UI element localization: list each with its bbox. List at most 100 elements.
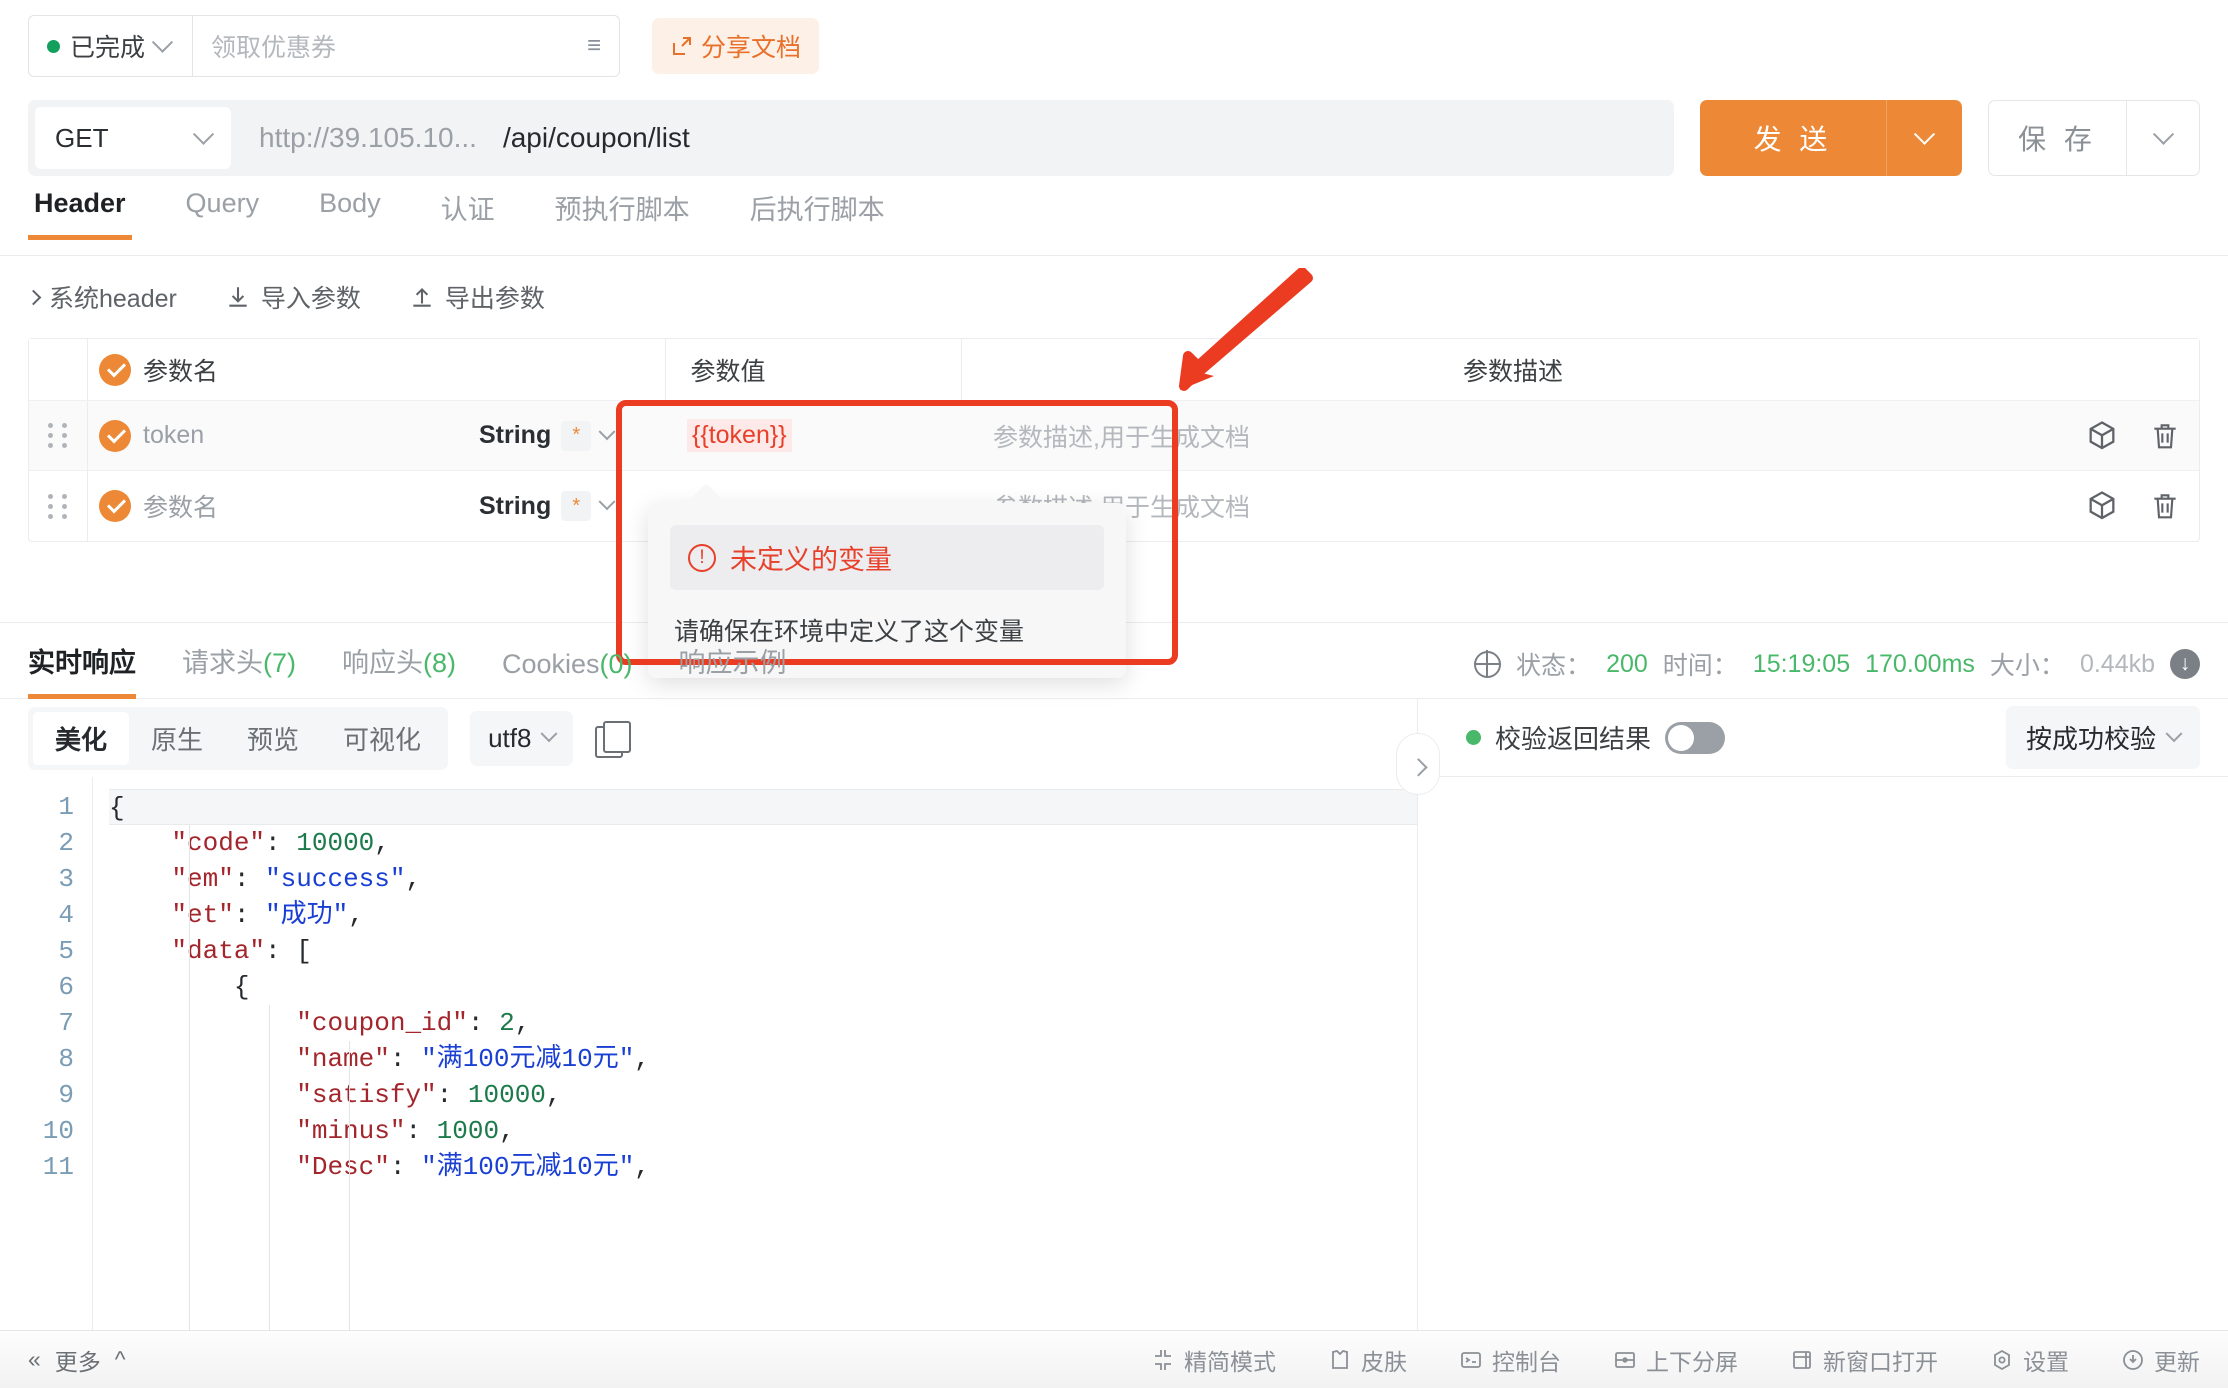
- row-param-type[interactable]: String *: [479, 421, 669, 451]
- code-token: "Desc": [296, 1152, 390, 1182]
- more-button[interactable]: « 更多 ^: [28, 1343, 126, 1377]
- row-checkbox[interactable]: [87, 490, 143, 522]
- format-preview[interactable]: 预览: [225, 712, 321, 765]
- status-value: 200: [1606, 650, 1648, 679]
- tab-body[interactable]: Body: [313, 184, 387, 239]
- system-header-toggle[interactable]: 系统header: [28, 279, 177, 315]
- console-icon: [1459, 1348, 1483, 1372]
- line-number: 7: [0, 1005, 74, 1041]
- chevron-right-icon: [1409, 758, 1427, 776]
- cube-icon[interactable]: [2085, 419, 2119, 453]
- compact-mode-button[interactable]: 精简模式: [1151, 1343, 1276, 1377]
- tab-query[interactable]: Query: [180, 184, 266, 239]
- code-token: ,: [634, 1044, 650, 1074]
- tab-request-headers[interactable]: 请求头(7): [182, 641, 296, 698]
- chevron-right-icon: [26, 289, 42, 305]
- console-button[interactable]: 控制台: [1459, 1343, 1561, 1377]
- import-params-button[interactable]: 导入参数: [225, 279, 361, 315]
- import-icon: [225, 284, 251, 310]
- row-param-desc[interactable]: 参数描述,用于生成文档: [977, 488, 2049, 524]
- validate-toggle-group[interactable]: 校验返回结果: [1466, 719, 1725, 756]
- tab-count: (8): [423, 648, 456, 678]
- row-param-type[interactable]: String *: [479, 491, 669, 521]
- code-token: :: [234, 900, 265, 930]
- code-area[interactable]: { "code": 10000, "em": "success", "et": …: [92, 777, 1417, 1330]
- trash-icon[interactable]: [2149, 490, 2181, 522]
- new-window-button[interactable]: 新窗口打开: [1790, 1343, 1938, 1377]
- select-all-checkbox[interactable]: [87, 354, 143, 386]
- status-select[interactable]: 已完成: [28, 15, 192, 77]
- collapse-pane-button[interactable]: [1396, 733, 1440, 795]
- settings-button[interactable]: 设置: [1990, 1343, 2069, 1377]
- code-token: "成功": [265, 900, 348, 930]
- row-drag-handle[interactable]: [29, 494, 87, 519]
- tab-header[interactable]: Header: [28, 184, 132, 239]
- api-name-input[interactable]: 领取优惠券 ≡: [192, 15, 620, 77]
- url-input[interactable]: http://39.105.10... /api/coupon/list: [259, 122, 690, 154]
- new-window-label: 新窗口打开: [1823, 1343, 1938, 1377]
- validate-toggle[interactable]: [1665, 722, 1725, 754]
- export-params-button[interactable]: 导出参数: [409, 279, 545, 315]
- document-lines-icon[interactable]: ≡: [587, 32, 601, 60]
- tooltip-title: 未定义的变量: [730, 538, 892, 577]
- tab-post-script[interactable]: 后执行脚本: [744, 184, 891, 247]
- compact-mode-icon: [1151, 1348, 1175, 1372]
- tab-label: 请求头: [182, 648, 263, 678]
- code-token: :: [468, 1008, 499, 1038]
- tab-response-example[interactable]: 响应示例: [679, 641, 787, 698]
- line-number: 8: [0, 1041, 74, 1077]
- download-icon[interactable]: [2170, 649, 2200, 679]
- encoding-label: utf8: [488, 723, 531, 754]
- skin-button[interactable]: 皮肤: [1328, 1343, 1407, 1377]
- collapse-double-chevron-icon: «: [28, 1346, 41, 1373]
- cube-icon[interactable]: [2085, 489, 2119, 523]
- row-param-value[interactable]: {{token}}: [669, 419, 977, 452]
- trash-icon[interactable]: [2149, 420, 2181, 452]
- split-screen-button[interactable]: 上下分屏: [1613, 1343, 1738, 1377]
- validate-mode-select[interactable]: 按成功校验: [2006, 706, 2200, 769]
- chevron-down-icon: [2152, 123, 2173, 144]
- row-param-name[interactable]: 参数名: [143, 488, 479, 524]
- method-select[interactable]: GET: [35, 107, 231, 169]
- tab-realtime-response[interactable]: 实时响应: [28, 641, 136, 698]
- response-code-viewer[interactable]: 1234567891011 { "code": 10000, "em": "su…: [0, 777, 1417, 1330]
- format-visualize[interactable]: 可视化: [321, 712, 443, 765]
- row-drag-handle[interactable]: [29, 423, 87, 448]
- code-token: :: [405, 1116, 436, 1146]
- tab-auth[interactable]: 认证: [435, 184, 501, 247]
- export-icon: [409, 284, 435, 310]
- row-param-desc[interactable]: 参数描述,用于生成文档: [977, 418, 2049, 454]
- code-token: ,: [634, 1152, 650, 1182]
- format-beautify[interactable]: 美化: [33, 712, 129, 765]
- header-param-value: 参数值: [479, 352, 977, 388]
- code-token: "minus": [296, 1116, 405, 1146]
- validate-toolbar: 校验返回结果 按成功校验: [1418, 699, 2228, 777]
- tab-response-headers[interactable]: 响应头(8): [342, 641, 456, 698]
- update-button[interactable]: 更新: [2121, 1343, 2200, 1377]
- copy-icon[interactable]: [595, 721, 629, 755]
- format-raw[interactable]: 原生: [129, 712, 225, 765]
- code-token: 1000: [437, 1116, 499, 1146]
- code-line: "code": 10000,: [109, 825, 1417, 861]
- row-checkbox[interactable]: [87, 420, 143, 452]
- save-options-button[interactable]: [2126, 100, 2200, 176]
- code-line: "name": "满100元减10元",: [109, 1041, 1417, 1077]
- format-toolbar: 美化 原生 预览 可视化 utf8: [0, 699, 1417, 777]
- code-token: "code": [171, 828, 265, 858]
- share-doc-button[interactable]: 分享文档: [652, 18, 819, 74]
- send-button[interactable]: 发 送: [1700, 100, 1886, 176]
- chevron-down-icon: [541, 725, 558, 742]
- top-bar: 已完成 领取优惠券 ≡ 分享文档: [0, 0, 2228, 92]
- table-row: token String * {{token}} 参数描述,用于生成文档: [29, 401, 2199, 471]
- tab-cookies[interactable]: Cookies(0): [502, 649, 633, 698]
- save-button[interactable]: 保 存: [1988, 100, 2126, 176]
- drag-dots-icon: [48, 423, 69, 448]
- code-line: "satisfy": 10000,: [109, 1077, 1417, 1113]
- row-param-name[interactable]: token: [143, 421, 479, 450]
- encoding-select[interactable]: utf8: [470, 711, 573, 766]
- send-options-button[interactable]: [1886, 100, 1962, 176]
- line-number: 9: [0, 1077, 74, 1113]
- skin-icon: [1328, 1348, 1352, 1372]
- size-label: 大小：: [1990, 646, 2065, 682]
- tab-pre-script[interactable]: 预执行脚本: [549, 184, 696, 247]
